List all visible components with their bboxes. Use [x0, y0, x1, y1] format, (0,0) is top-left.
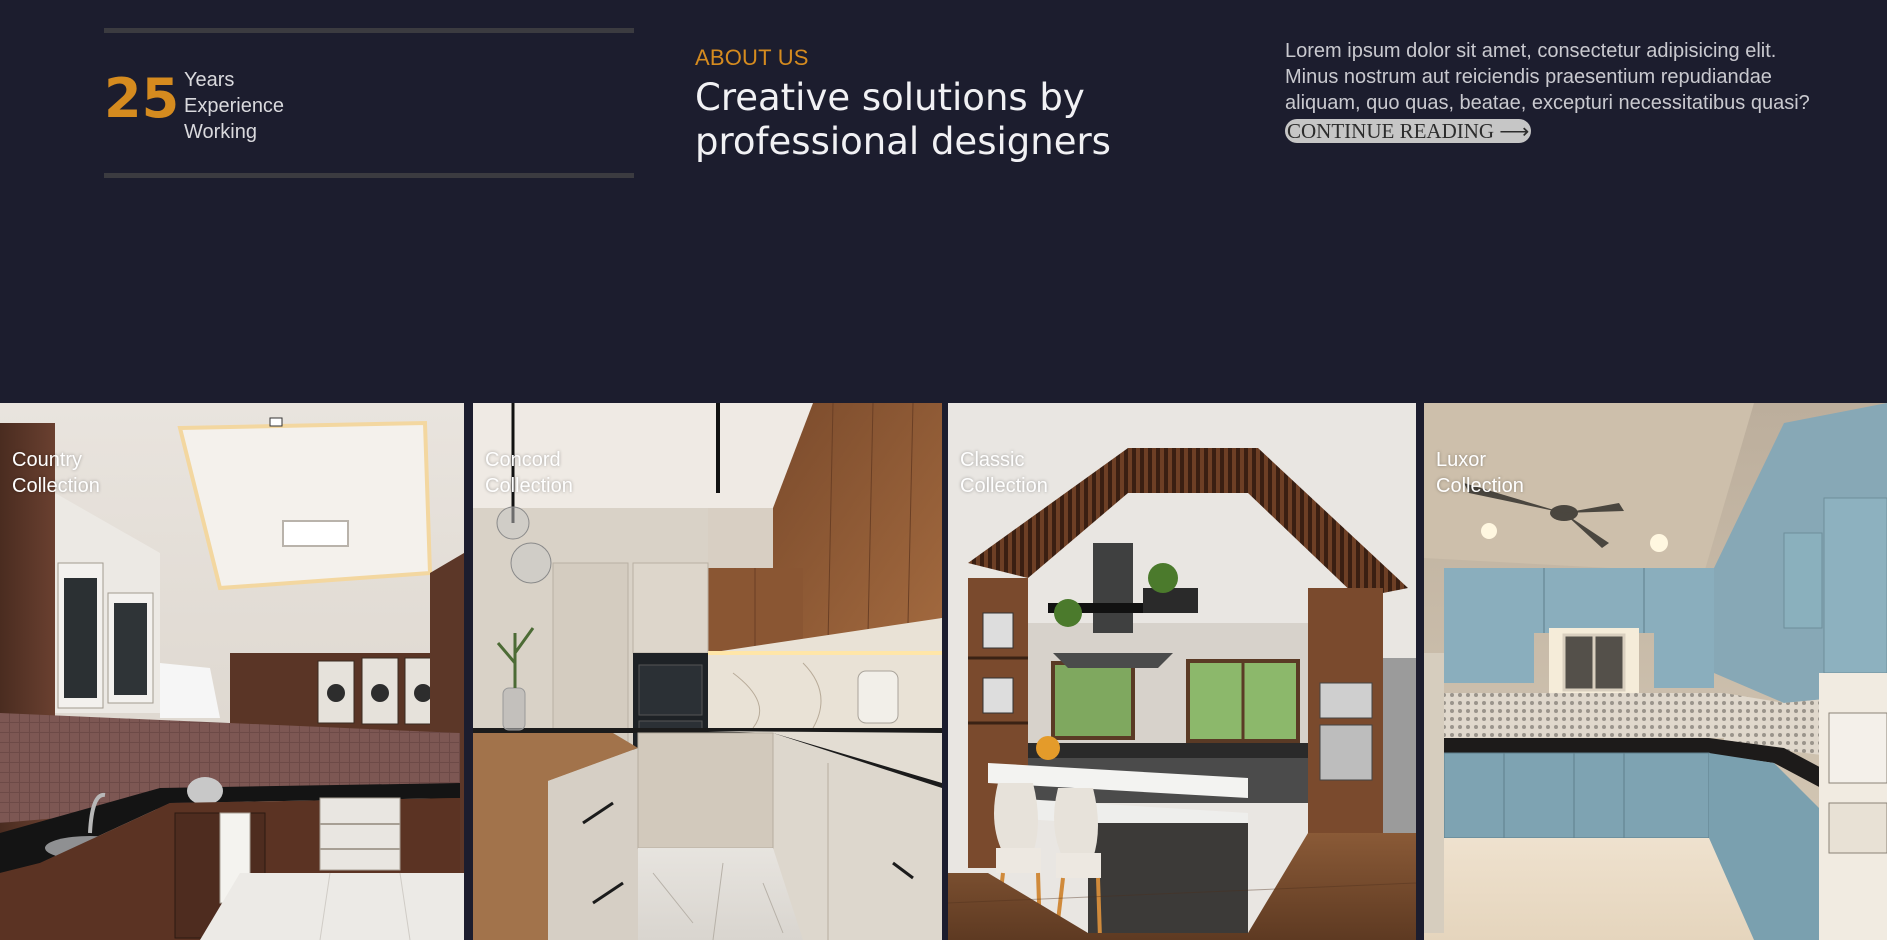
about-paragraph: Lorem ipsum dolor sit amet, consectetur … [1285, 40, 1810, 114]
collection-title-line: Classic [960, 449, 1025, 471]
collections-row: Country Collection Concord Collection Cl… [0, 403, 1887, 940]
collection-title: Classic Collection [960, 447, 1110, 499]
collection-title-line: Collection [960, 475, 1048, 497]
about-heading-line: professional designers [695, 120, 1111, 163]
collection-title-line: Collection [12, 475, 100, 497]
collection-title-line: Country [12, 449, 83, 471]
collection-title: Luxor Collection [1436, 447, 1586, 499]
about-section: 25 Years Experience Working ABOUT US Cre… [0, 0, 1887, 403]
collection-title: Country Collection [12, 447, 162, 499]
experience-block: 25 Years Experience Working [104, 28, 634, 178]
collection-card-classic[interactable]: Classic Collection [948, 403, 1416, 940]
collection-title-line: Collection [485, 475, 573, 497]
years-label-line: Working [184, 121, 257, 143]
years-label: Years Experience Working [184, 67, 344, 145]
about-heading-block: ABOUT US Creative solutions by professio… [695, 45, 1215, 164]
years-label-line: Years [184, 69, 235, 91]
collection-card-concord[interactable]: Concord Collection [473, 403, 942, 940]
collection-card-luxor[interactable]: Luxor Collection [1424, 403, 1887, 940]
about-eyebrow: ABOUT US [695, 45, 809, 70]
years-label-line: Experience [184, 95, 285, 117]
collection-title: Concord Collection [485, 447, 635, 499]
years-number: 25 [104, 67, 180, 130]
collection-title-line: Luxor [1436, 449, 1487, 471]
page: 25 Years Experience Working ABOUT US Cre… [0, 0, 1887, 940]
continue-reading-button[interactable]: CONTINUE READING ⟶ [1285, 119, 1532, 143]
collection-title-line: Collection [1436, 475, 1524, 497]
collection-title-line: Concord [485, 449, 561, 471]
about-heading: Creative solutions by professional desig… [695, 76, 1215, 164]
about-heading-line: Creative solutions by [695, 76, 1085, 119]
about-text-block: Lorem ipsum dolor sit amet, consectetur … [1285, 38, 1825, 143]
collection-card-country[interactable]: Country Collection [0, 403, 464, 940]
